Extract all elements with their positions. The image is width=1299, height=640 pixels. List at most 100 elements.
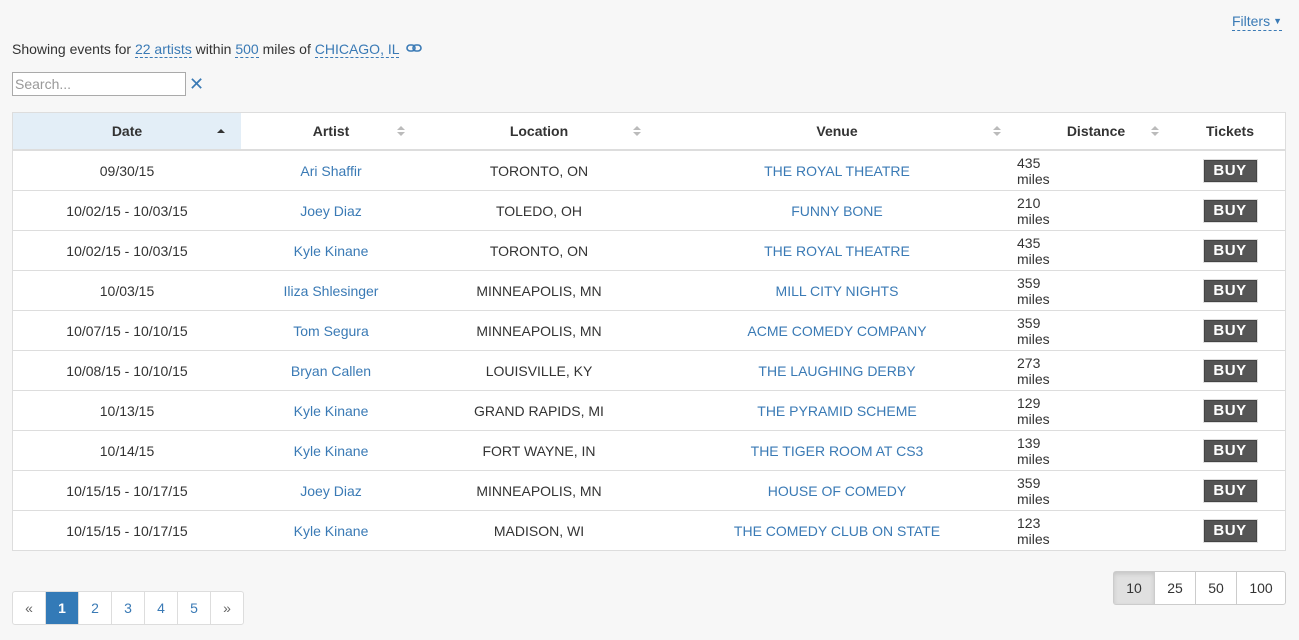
cell-location: LOUISVILLE, KY	[421, 350, 657, 391]
table-row: 10/08/15 - 10/10/15 Bryan Callen LOUISVILL…	[13, 350, 1285, 391]
cell-venue: THE ROYAL THEATRE	[657, 150, 1017, 191]
filters-dropdown[interactable]: Filters ▼	[1231, 12, 1282, 31]
column-header-label: Artist	[312, 123, 350, 139]
cell-distance: 359 miles	[1017, 270, 1175, 311]
column-header-venue[interactable]: Venue	[657, 113, 1017, 151]
page-size-50[interactable]: 50	[1195, 572, 1236, 604]
cell-distance: 435 miles	[1017, 154, 1050, 187]
venue-link[interactable]: THE TIGER ROOM AT CS3	[751, 443, 924, 459]
close-icon[interactable]: ✕	[189, 74, 204, 94]
buy-button[interactable]: BUY	[1203, 319, 1257, 342]
artist-link[interactable]: Kyle Kinane	[294, 243, 369, 259]
events-table: Date Artist Location Venue Distance Tick…	[13, 113, 1285, 550]
artist-link[interactable]: Joey Diaz	[300, 203, 361, 219]
cell-tickets: BUY	[1175, 510, 1285, 550]
cell-distance: 129 miles	[1017, 390, 1175, 431]
cell-date: 10/13/15	[13, 390, 241, 431]
buy-button[interactable]: BUY	[1203, 439, 1257, 462]
artist-link[interactable]: Tom Segura	[293, 323, 368, 339]
page-size-10[interactable]: 10	[1114, 572, 1154, 604]
artist-link[interactable]: Kyle Kinane	[294, 443, 369, 459]
search-input[interactable]	[12, 72, 186, 96]
cell-artist: Iliza Shlesinger	[241, 270, 421, 311]
buy-button[interactable]: BUY	[1203, 279, 1257, 302]
sort-icon	[993, 126, 1001, 136]
cell-date: 10/08/15 - 10/10/15	[13, 350, 241, 391]
table-row: 09/30/15 Ari Shaffir TORONTO, ON THE ROYAL …	[13, 150, 1285, 191]
cell-venue: THE LAUGHING DERBY	[657, 350, 1017, 391]
artists-link[interactable]: 22 artists	[134, 41, 192, 58]
buy-button[interactable]: BUY	[1203, 239, 1257, 262]
column-header-label: Tickets	[1206, 123, 1254, 139]
venue-link[interactable]: THE LAUGHING DERBY	[758, 363, 915, 379]
venue-link[interactable]: HOUSE OF COMEDY	[768, 483, 906, 499]
column-header-label: Location	[509, 123, 569, 139]
column-header-artist[interactable]: Artist	[241, 113, 421, 151]
cell-location: MADISON, WI	[421, 510, 657, 550]
column-header-date[interactable]: Date	[13, 113, 241, 151]
venue-link[interactable]: THE ROYAL THEATRE	[764, 163, 910, 179]
artist-link[interactable]: Kyle Kinane	[294, 523, 369, 539]
cell-venue: THE TIGER ROOM AT CS3	[657, 430, 1017, 471]
cell-distance: 435 miles	[1017, 230, 1175, 271]
cell-location: MINNEAPOLIS, MN	[421, 310, 657, 351]
page-button-1[interactable]: 1	[45, 592, 78, 624]
column-header-location[interactable]: Location	[421, 113, 657, 151]
table-row: 10/14/15 Kyle Kinane FORT WAYNE, IN THE TIG…	[13, 430, 1285, 471]
cell-venue: THE ROYAL THEATRE	[657, 230, 1017, 271]
cell-artist: Bryan Callen	[241, 350, 421, 391]
sort-icon	[633, 126, 641, 136]
events-table-container: Date Artist Location Venue Distance Tick…	[12, 112, 1286, 551]
table-row: 10/03/15 Iliza Shlesinger MINNEAPOLIS, MN M…	[13, 270, 1285, 311]
column-header-label: Venue	[816, 123, 858, 139]
page-button-2[interactable]: 2	[78, 592, 111, 624]
cell-artist: Kyle Kinane	[241, 430, 421, 471]
next-page-button[interactable]: »	[210, 592, 243, 624]
venue-link[interactable]: THE ROYAL THEATRE	[764, 243, 910, 259]
buy-button[interactable]: BUY	[1203, 519, 1257, 542]
artist-link[interactable]: Joey Diaz	[300, 483, 361, 499]
miles-link[interactable]: 500	[235, 41, 259, 58]
venue-link[interactable]: THE PYRAMID SCHEME	[757, 403, 916, 419]
buy-button[interactable]: BUY	[1203, 399, 1257, 422]
buy-button[interactable]: BUY	[1203, 159, 1257, 182]
page-size-25[interactable]: 25	[1154, 572, 1195, 604]
cell-artist: Kyle Kinane	[241, 390, 421, 431]
cell-location: FORT WAYNE, IN	[421, 430, 657, 471]
page-button-3[interactable]: 3	[111, 592, 144, 624]
column-header-distance[interactable]: Distance	[1017, 113, 1175, 151]
caret-down-icon: ▼	[1273, 16, 1282, 26]
cell-tickets: BUY	[1175, 430, 1285, 471]
artist-link[interactable]: Kyle Kinane	[294, 403, 369, 419]
cell-date: 10/07/15 - 10/10/15	[13, 310, 241, 351]
link-icon[interactable]	[406, 39, 422, 57]
artist-link[interactable]: Bryan Callen	[291, 363, 371, 379]
cell-tickets: BUY	[1175, 390, 1285, 431]
buy-button[interactable]: BUY	[1203, 359, 1257, 382]
venue-link[interactable]: FUNNY BONE	[791, 203, 883, 219]
buy-button[interactable]: BUY	[1203, 199, 1257, 222]
table-row: 10/07/15 - 10/10/15 Tom Segura MINNEAPOLIS…	[13, 310, 1285, 351]
page-size-selector: 10 25 50 100	[1113, 571, 1286, 605]
buy-button[interactable]: BUY	[1203, 479, 1257, 502]
page-button-5[interactable]: 5	[177, 592, 210, 624]
venue-link[interactable]: ACME COMEDY COMPANY	[747, 323, 926, 339]
cell-date: 10/15/15 - 10/17/15	[13, 470, 241, 511]
page-size-100[interactable]: 100	[1236, 572, 1285, 604]
venue-link[interactable]: THE COMEDY CLUB ON STATE	[734, 523, 940, 539]
cell-date: 10/15/15 - 10/17/15	[13, 510, 241, 550]
cell-tickets: BUY	[1175, 310, 1285, 351]
cell-date: 10/03/15	[13, 270, 241, 311]
cell-venue: HOUSE OF COMEDY	[657, 470, 1017, 511]
artist-link[interactable]: Ari Shaffir	[300, 163, 361, 179]
summary-prefix: Showing events for	[12, 41, 132, 57]
cell-location: MINNEAPOLIS, MN	[421, 270, 657, 311]
cell-venue: MILL CITY NIGHTS	[657, 270, 1017, 311]
cell-artist: Kyle Kinane	[241, 510, 421, 550]
location-link[interactable]: CHICAGO, IL	[314, 41, 400, 58]
artist-link[interactable]: Iliza Shlesinger	[284, 283, 379, 299]
prev-page-button[interactable]: «	[13, 592, 45, 624]
venue-link[interactable]: MILL CITY NIGHTS	[776, 283, 899, 299]
page-button-4[interactable]: 4	[144, 592, 177, 624]
table-row: 10/15/15 - 10/17/15 Kyle Kinane MADISON, W…	[13, 510, 1285, 550]
